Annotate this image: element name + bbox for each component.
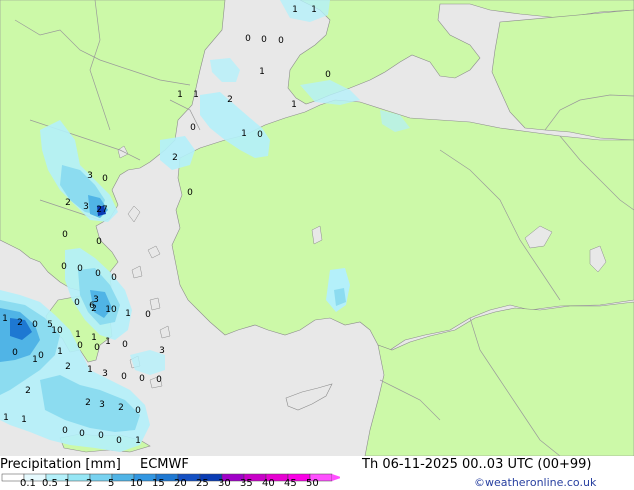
legend-tick-label: 10 xyxy=(130,478,143,489)
footer-bar: 0.1 0.5 1 2 5 10 15 20 25 30 35 40 45 50 Precipitatio… xyxy=(0,456,634,490)
precip-value-label: 2 xyxy=(91,304,97,314)
precip-value-label: 1 xyxy=(75,330,81,340)
legend-tick-label: 30 xyxy=(218,478,231,489)
precip-value-label: 3 xyxy=(83,202,89,212)
precip-value-label: 0 xyxy=(122,340,128,350)
precip-value-label: 1 xyxy=(57,347,63,357)
precip-value-label: 1 xyxy=(311,5,317,15)
precip-value-label: 1 xyxy=(21,415,27,425)
precip-value-label: 1 xyxy=(87,365,93,375)
precip-value-label: 0 xyxy=(190,123,196,133)
legend-tick-label: 0.5 xyxy=(42,478,58,489)
precip-value-label: 1 xyxy=(32,355,38,365)
precip-value-label: 3 xyxy=(87,171,93,181)
legend-tick-label: 20 xyxy=(174,478,187,489)
precip-value-label: 1 xyxy=(3,413,9,423)
precip-value-label: 0 xyxy=(102,174,108,184)
precip-value-label: 2 xyxy=(25,386,31,396)
chart-title: Precipitation [mm] xyxy=(0,457,121,472)
precip-value-label: 3 xyxy=(102,369,108,379)
credit-text: ©weatheronline.co.uk xyxy=(474,476,597,489)
precip-value-label: 0 xyxy=(139,374,145,384)
legend-tick-label: 15 xyxy=(152,478,165,489)
legend-tick-label: 25 xyxy=(196,478,209,489)
precip-value-label: 0 xyxy=(245,34,251,44)
precip-value-label: 1 xyxy=(259,67,265,77)
precip-value-label: 0 xyxy=(62,230,68,240)
precip-value-label: 0 xyxy=(12,348,18,358)
precip-value-label: 1 xyxy=(105,337,111,347)
precip-value-label: 1 xyxy=(292,5,298,15)
precip-value-label: 1 xyxy=(241,129,247,139)
precip-value-label: 0 xyxy=(79,429,85,439)
precip-value-label: 0 xyxy=(61,262,67,272)
legend-tick-label: 5 xyxy=(108,478,115,489)
legend-tick-label: 50 xyxy=(306,478,319,489)
precipitation-map: 1 10 0 01 01 1 2 101 0203 02 3 27000 0 0 030 62 10 1 01 2 0 5… xyxy=(0,0,634,456)
legend-tick-label: 40 xyxy=(262,478,275,489)
precip-value-label: 0 xyxy=(278,36,284,46)
precip-value-label: 0 xyxy=(261,35,267,45)
precip-value-label: 10 xyxy=(105,305,117,315)
precip-value-label: 0 xyxy=(325,70,331,80)
precip-value-label: 2 xyxy=(65,362,71,372)
precip-value-label: 10 xyxy=(51,326,63,336)
valid-time: Th 06-11-2025 00..03 UTC (00+99) xyxy=(362,457,592,472)
precip-value-label: 0 xyxy=(32,320,38,330)
precip-value-label: 2 xyxy=(65,198,71,208)
precip-value-label: 0 xyxy=(62,426,68,436)
precip-value-label: 0 xyxy=(187,188,193,198)
precip-value-label: 0 xyxy=(77,341,83,351)
model-name: ECMWF xyxy=(140,457,189,472)
precip-value-label: 2 xyxy=(172,153,178,163)
precip-value-label: 1 xyxy=(135,436,141,446)
precip-value-label: 3 xyxy=(159,346,165,356)
precip-value-label: 0 xyxy=(111,273,117,283)
precip-value-label: 0 xyxy=(77,264,83,274)
precip-value-label: 27 xyxy=(96,205,107,215)
precip-value-label: 0 xyxy=(96,237,102,247)
precip-value-label: 0 xyxy=(121,372,127,382)
precip-value-label: 2 xyxy=(118,403,124,413)
precip-value-label: 1 xyxy=(2,314,8,324)
legend-tick-label: 45 xyxy=(284,478,297,489)
precip-value-label: 0 xyxy=(95,269,101,279)
precip-value-label: 2 xyxy=(85,398,91,408)
legend-tick-label: 1 xyxy=(64,478,71,489)
precip-value-label: 0 xyxy=(135,406,141,416)
precip-value-label: 0 xyxy=(74,298,80,308)
precip-value-label: 0 xyxy=(98,431,104,441)
precip-value-label: 1 xyxy=(91,333,97,343)
precip-value-label: 0 xyxy=(257,130,263,140)
legend-tick-label: 0.1 xyxy=(20,478,36,489)
precip-value-label: 3 xyxy=(99,400,105,410)
precip-value-label: 1 xyxy=(193,90,199,100)
precip-value-label: 0 xyxy=(156,375,162,385)
precip-value-label: 0 xyxy=(145,310,151,320)
legend-arrow xyxy=(332,474,340,481)
legend-tick-label: 35 xyxy=(240,478,253,489)
precip-value-label: 0 xyxy=(38,351,44,361)
precip-value-label: 2 xyxy=(227,95,233,105)
precip-value-label: 1 xyxy=(125,309,131,319)
precip-value-label: 0 xyxy=(116,436,122,446)
precip-value-label: 2 xyxy=(17,318,23,328)
legend-tick-label: 2 xyxy=(86,478,93,489)
precip-value-label: 0 xyxy=(94,343,100,353)
precip-value-label: 1 xyxy=(177,90,183,100)
precip-value-label: 1 xyxy=(291,100,297,110)
